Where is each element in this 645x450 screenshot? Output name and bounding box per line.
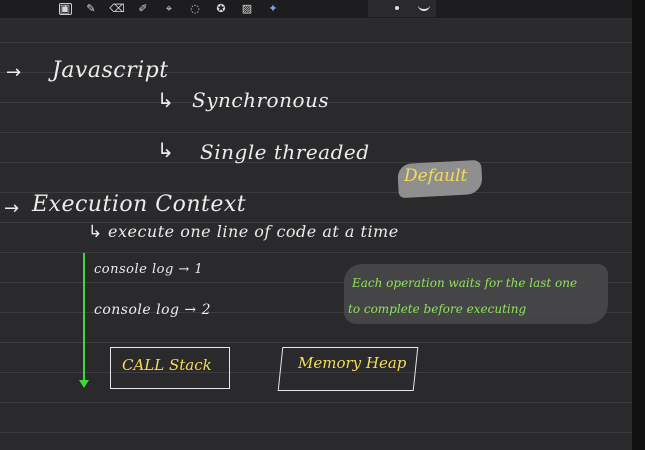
pen-icon[interactable]: ✎ <box>82 2 100 16</box>
text-box-icon[interactable]: T <box>59 2 72 15</box>
hook-arrow-icon: ↳ <box>157 138 174 162</box>
note-console-log-2[interactable]: console log → 2 <box>94 302 211 318</box>
note-javascript[interactable]: Javascript <box>52 58 169 83</box>
note-synchronous[interactable]: Synchronous <box>192 88 329 112</box>
window-edge <box>632 0 645 450</box>
magic-wand-icon[interactable]: ✦ <box>264 2 282 16</box>
call-stack-label: CALL Stack <box>122 356 212 374</box>
star-sticker-icon[interactable]: ✪ <box>212 2 230 16</box>
shapes-icon[interactable]: ◌ <box>186 2 204 16</box>
note-complete-before[interactable]: to complete before executing <box>348 302 526 316</box>
note-page[interactable]: ▣ ✎ ⌫ ✐ ⌖ ◌ ✪ ▨ T ✦ → Javascript ↳ Synch… <box>0 0 632 450</box>
note-execution-context[interactable]: Execution Context <box>32 192 246 217</box>
note-operation-waits[interactable]: Each operation waits for the last one <box>352 276 577 290</box>
photo-icon[interactable]: ▨ <box>238 2 256 16</box>
highlighter-icon[interactable]: ✐ <box>134 2 152 16</box>
memory-heap-label: Memory Heap <box>298 354 407 372</box>
note-default[interactable]: Default <box>404 166 467 186</box>
tool-group: ▣ ✎ ⌫ ✐ ⌖ ◌ ✪ ▨ T ✦ <box>56 0 290 17</box>
hook-arrow-icon: ↳ <box>88 222 103 242</box>
lasso-select-icon[interactable]: ⌖ <box>160 2 178 16</box>
arrow-icon: → <box>6 62 22 83</box>
note-execute-one-line[interactable]: execute one line of code at a time <box>108 222 399 241</box>
green-flow-line <box>83 253 85 383</box>
hook-arrow-icon: ↳ <box>157 88 174 112</box>
note-single-threaded[interactable]: Single threaded <box>200 140 370 164</box>
eraser-icon[interactable]: ⌫ <box>108 2 126 16</box>
green-arrowhead-icon <box>79 380 89 388</box>
pen-size-dot-icon[interactable] <box>395 6 399 10</box>
arrow-icon: → <box>4 198 20 219</box>
toolbar: ▣ ✎ ⌫ ✐ ⌖ ◌ ✪ ▨ T ✦ <box>0 0 632 19</box>
note-console-log-1[interactable]: console log → 1 <box>94 262 203 277</box>
